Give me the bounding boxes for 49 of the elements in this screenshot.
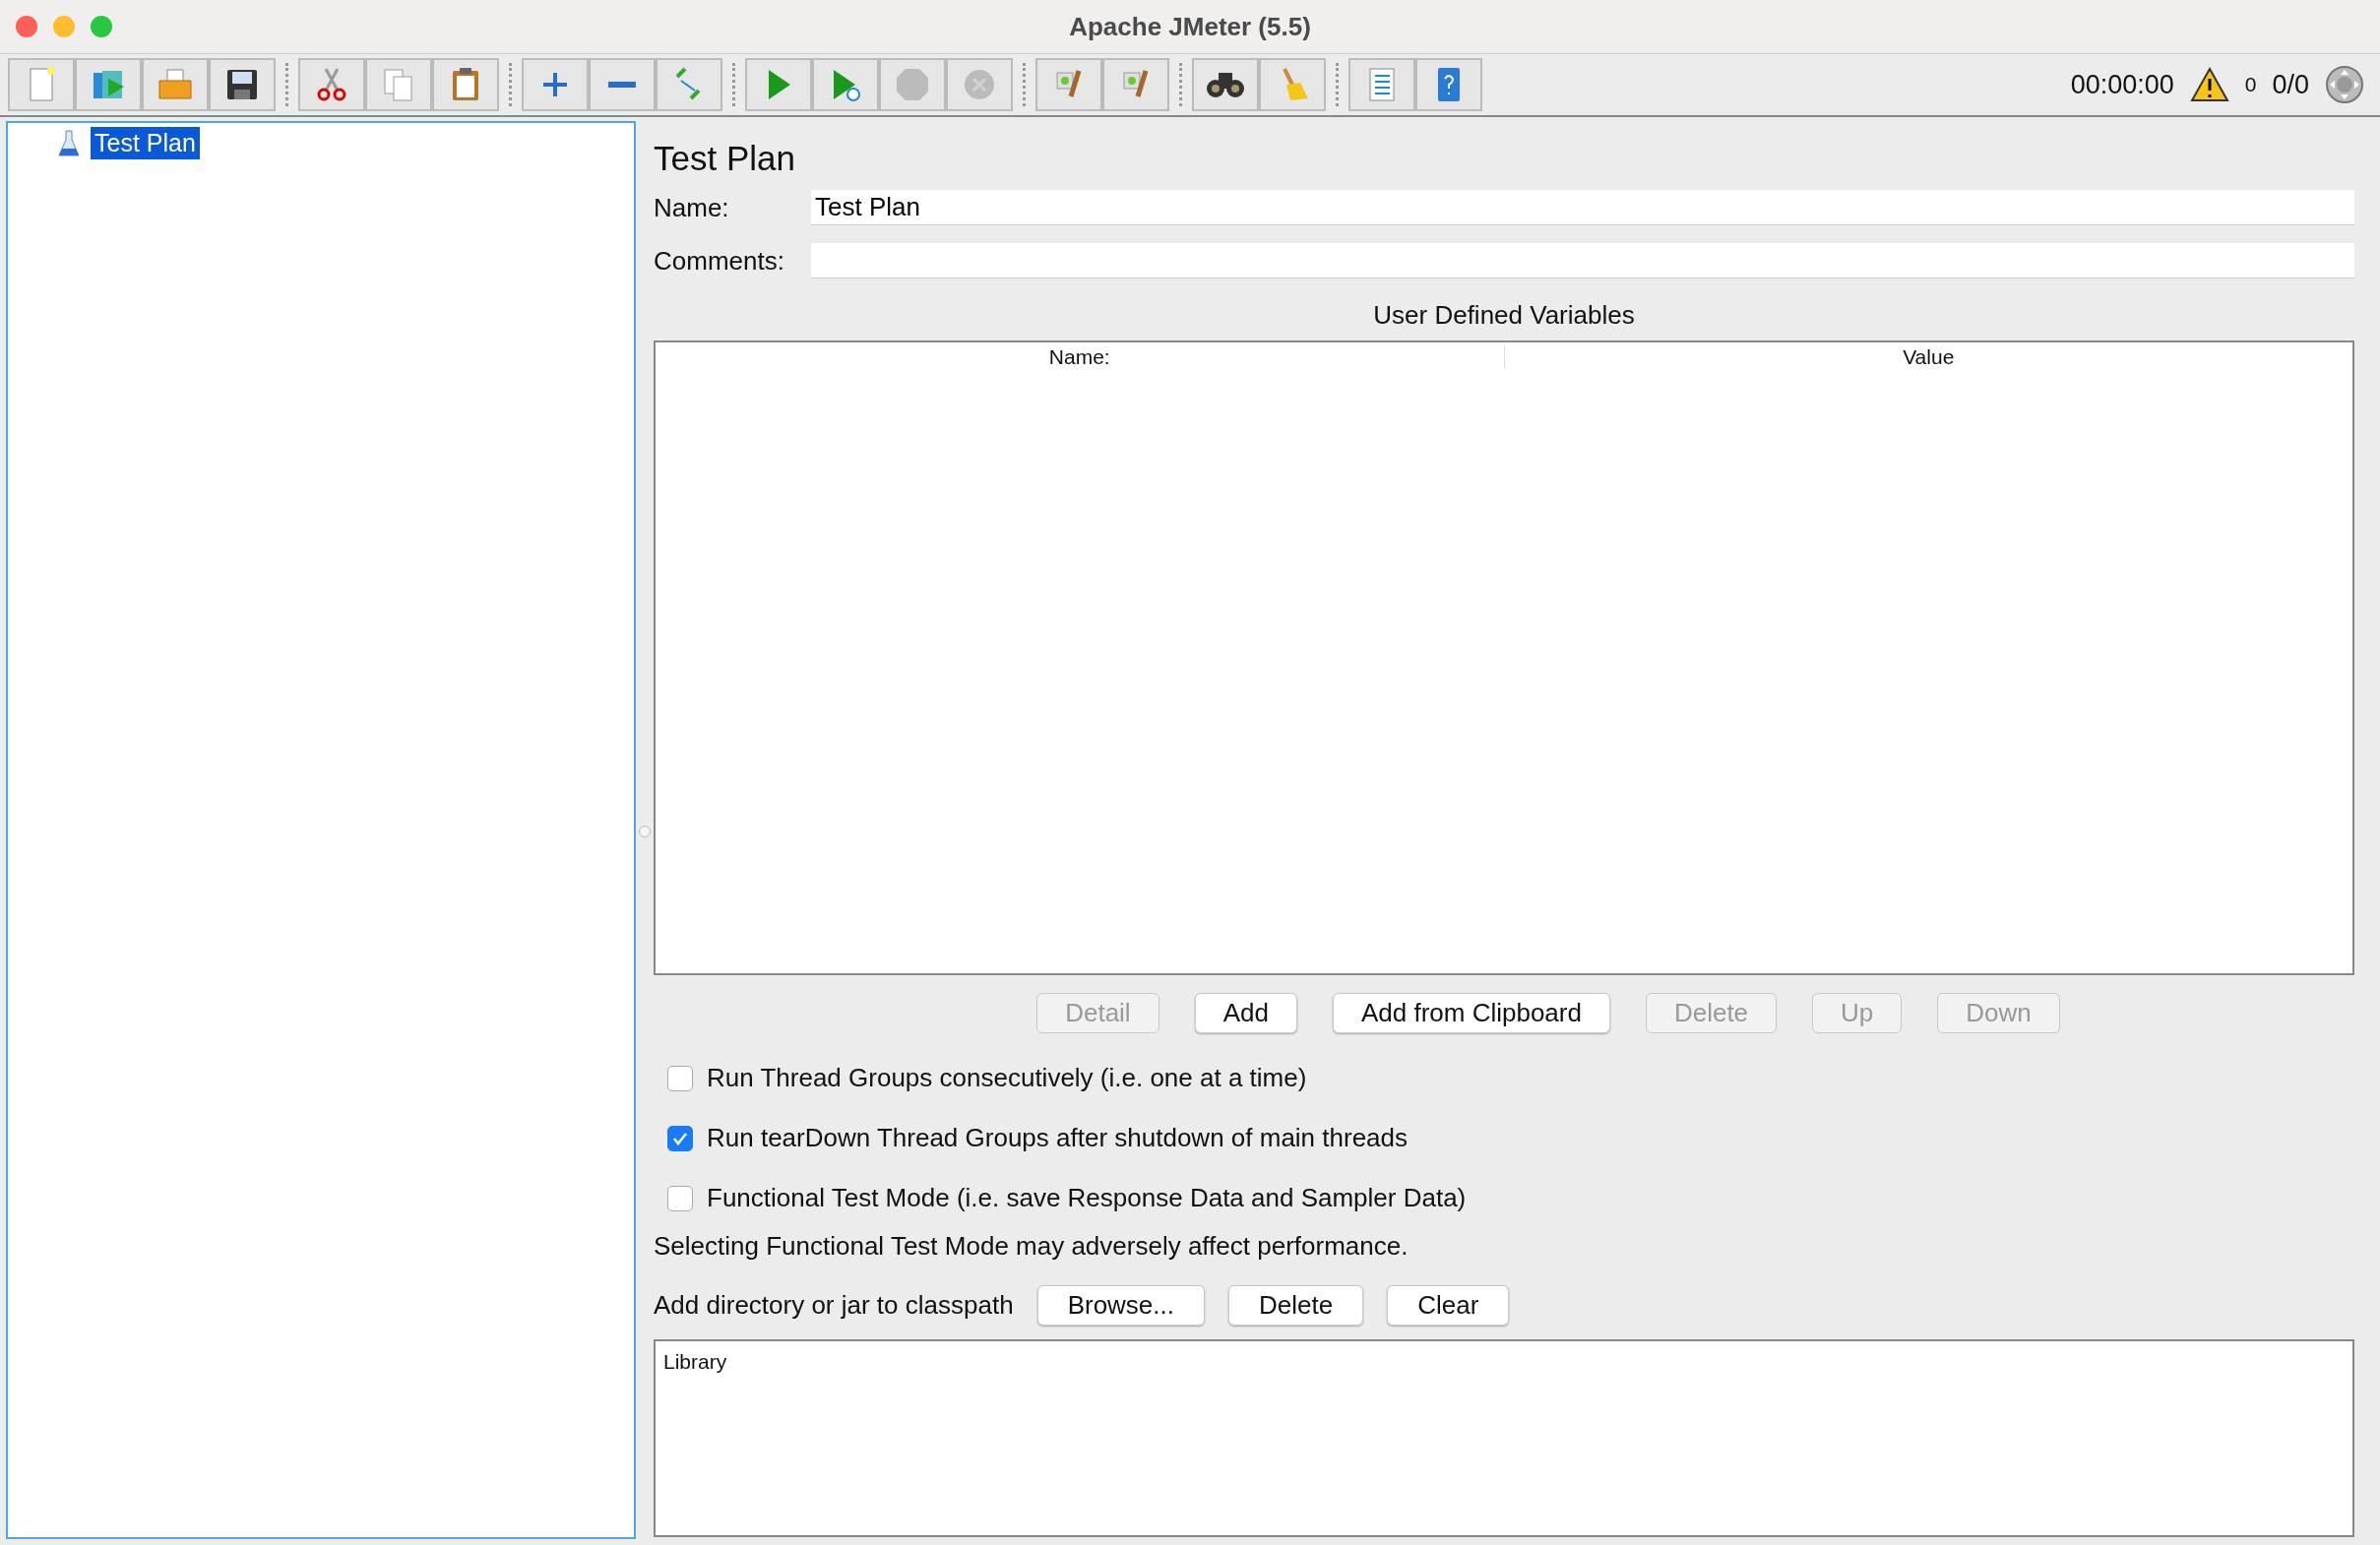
splitter-handle[interactable] [639,825,651,837]
classpath-button[interactable]: Browse... [1036,1285,1205,1326]
tree-item[interactable]: Test Plan [91,127,200,159]
close-button[interactable] [16,16,37,37]
warning-icon[interactable] [2189,67,2229,102]
checkbox-label: Functional Test Mode (i.e. save Response Data and Sampler Data) [707,1183,1467,1213]
comments-label: Comments: [654,245,785,277]
cut-button[interactable] [298,58,365,111]
toggle-button[interactable] [656,58,722,111]
section-title: User Defined Variables [1372,300,1636,331]
name-field[interactable]: Test Plan [811,190,2354,225]
comments-field[interactable] [811,243,2354,278]
table-action-button[interactable]: Add from Clipboard [1332,993,1610,1033]
save-button[interactable] [209,58,276,111]
functionhelper-button[interactable] [1348,58,1415,111]
elapsed-time: 00:00:00 [2070,69,2174,100]
clear-button[interactable] [1035,58,1102,111]
column-header[interactable]: Library [663,1350,727,1373]
column-header[interactable]: Name: [656,345,1504,369]
classpath-button[interactable]: Clear [1387,1285,1510,1326]
checkbox[interactable] [667,1065,693,1091]
collapse-button[interactable] [589,58,656,111]
clearall-button[interactable] [1102,58,1169,111]
classpath-button[interactable]: Delete [1228,1285,1364,1326]
copy-button[interactable] [365,58,432,111]
paste-button[interactable] [432,58,499,111]
expand-button[interactable] [522,58,589,111]
checkbox-label: Run Thread Groups consecutively (i.e. one at a time) [707,1063,1307,1093]
thread-count: 0/0 [2272,69,2309,100]
checkbox-label: Run tearDown Thread Groups after shutdown of main threads [707,1123,1409,1153]
panel-title: Test Plan [654,139,796,178]
column-header[interactable]: Value [1503,345,2352,369]
zoom-button[interactable] [91,16,112,37]
search-button[interactable] [1192,58,1259,111]
checkbox[interactable] [667,1185,693,1211]
templates-button[interactable] [75,58,142,111]
start-button[interactable] [745,58,812,111]
classpath-label: Add directory or jar to classpath [654,1290,1014,1321]
thread-status-icon [2325,65,2364,104]
name-label: Name: [654,192,730,223]
new-button[interactable] [8,58,75,111]
performance-note: Selecting Functional Test Mode may adversely affect performance. [654,1231,1409,1262]
checkbox[interactable] [667,1125,693,1151]
startnotimers-button[interactable] [812,58,879,111]
warning-count: 0 [2244,73,2257,96]
help-button[interactable] [1415,58,1482,111]
table-action-button[interactable]: Add [1194,993,1297,1033]
window-title: Apache JMeter (5.5) [1069,11,1311,42]
flask-icon [57,128,81,158]
